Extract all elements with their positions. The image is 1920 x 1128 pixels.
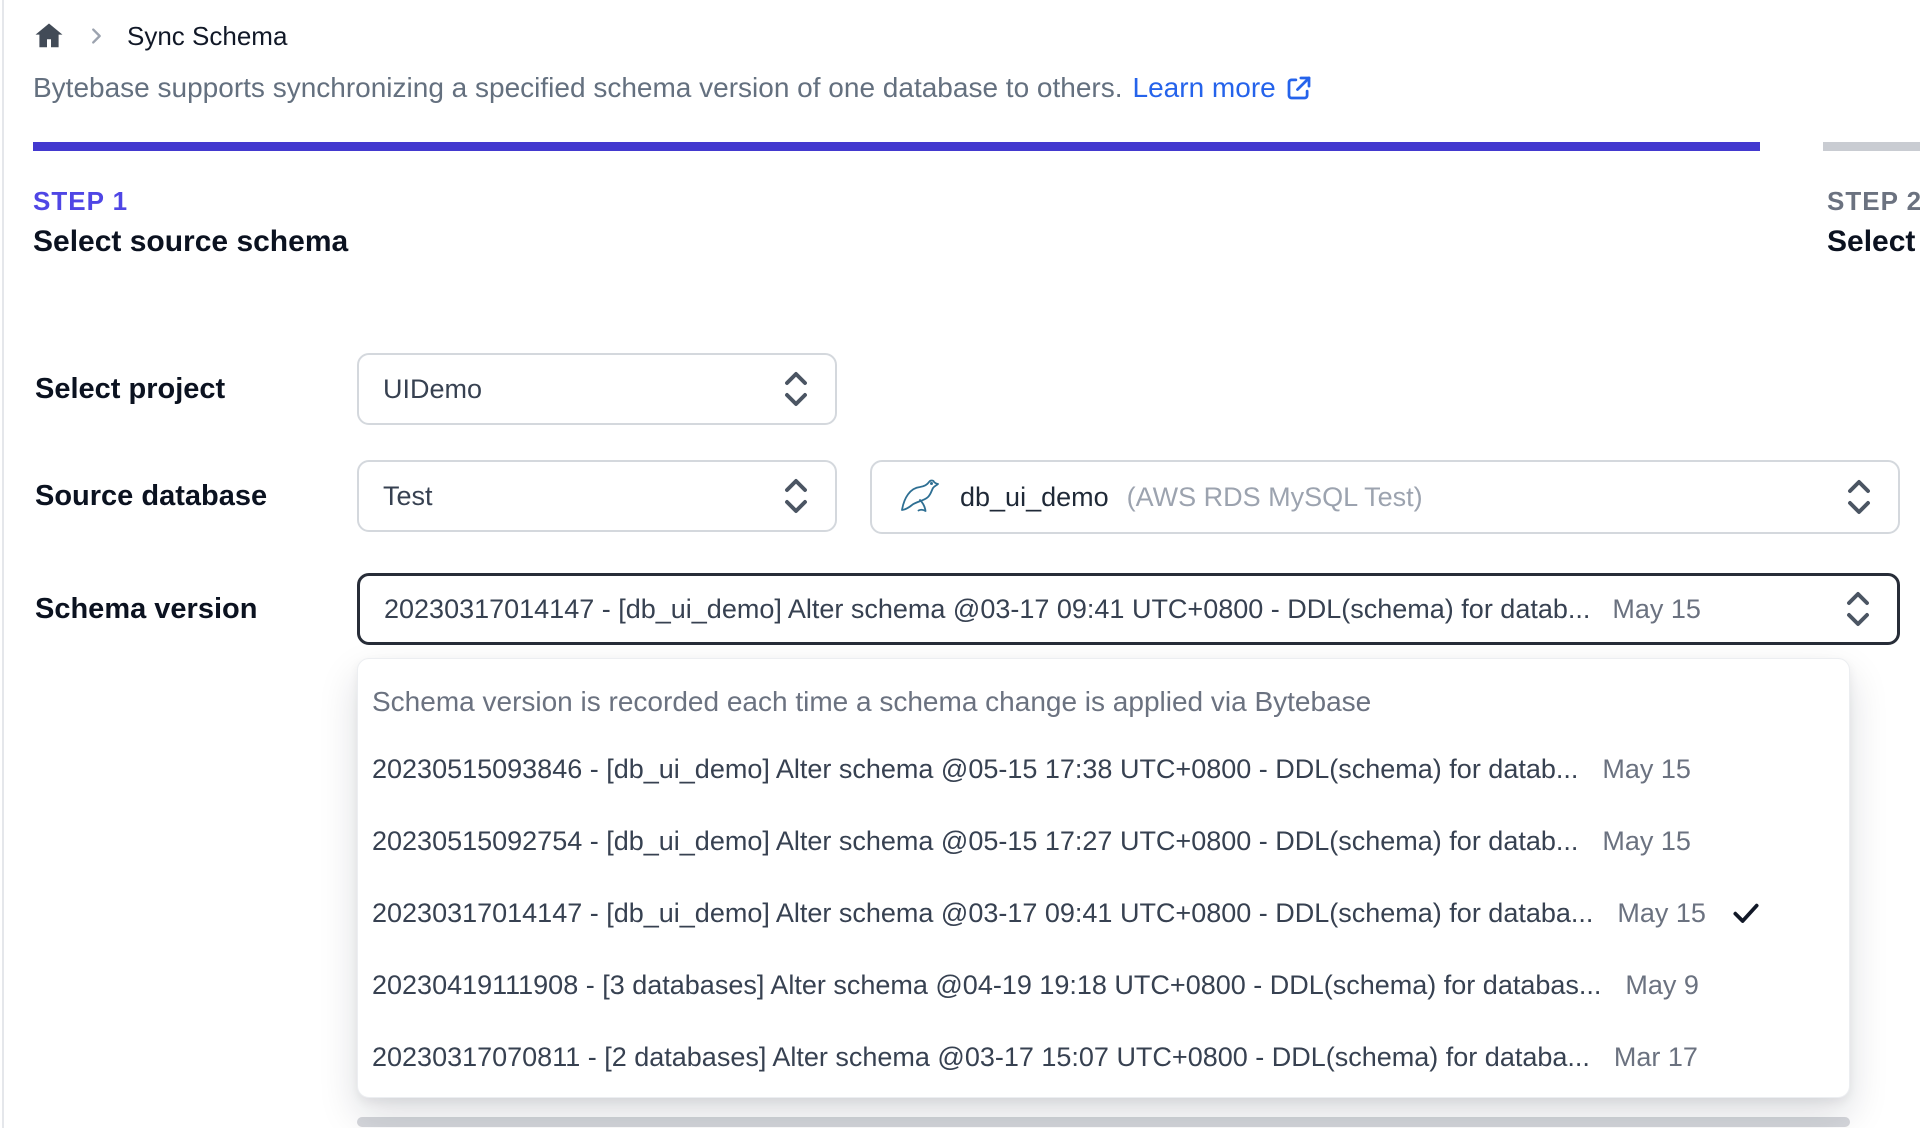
progress-bar-step1: [33, 142, 1760, 151]
chevron-up-down-icon: [1844, 476, 1874, 518]
page-description: Bytebase supports synchronizing a specif…: [33, 72, 1314, 104]
schema-version-select-value: 20230317014147 - [db_ui_demo] Alter sche…: [384, 593, 1591, 624]
option-text: 20230515093846 - [db_ui_demo] Alter sche…: [372, 753, 1579, 784]
option-text: 20230317070811 - [2 databases] Alter sch…: [372, 1041, 1590, 1072]
schema-version-option[interactable]: 20230419111908 - [3 databases] Alter sch…: [358, 949, 1849, 1021]
project-select-value: UIDemo: [383, 373, 483, 404]
option-text: 20230317014147 - [db_ui_demo] Alter sche…: [372, 897, 1594, 928]
schema-version-label: Schema version: [35, 592, 258, 625]
check-icon: [1730, 897, 1762, 929]
database-select[interactable]: db_ui_demo (AWS RDS MySQL Test): [870, 460, 1900, 534]
schema-version-hint: Schema version is recorded each time a s…: [372, 686, 1372, 717]
progress-bar-step2: [1823, 142, 1920, 151]
project-select[interactable]: UIDemo: [357, 353, 837, 425]
page-left-edge: [2, 0, 4, 1128]
step-1: STEP 1 Select source schema: [33, 186, 348, 259]
option-text: 20230419111908 - [3 databases] Alter sch…: [372, 969, 1602, 1000]
schema-version-option[interactable]: 20230317014147 - [db_ui_demo] Alter sche…: [358, 877, 1849, 949]
environment-select-value: Test: [383, 480, 433, 511]
chevron-up-down-icon: [781, 475, 811, 517]
step-1-label: STEP 1: [33, 186, 129, 216]
database-select-instance: (AWS RDS MySQL Test): [1126, 481, 1423, 512]
environment-select[interactable]: Test: [357, 460, 837, 532]
schema-version-option[interactable]: 20230515092754 - [db_ui_demo] Alter sche…: [358, 805, 1849, 877]
select-project-label: Select project: [35, 372, 226, 405]
option-date: May 9: [1625, 969, 1699, 1000]
schema-version-dropdown: Schema version is recorded each time a s…: [357, 658, 1850, 1098]
source-database-label: Source database: [35, 479, 268, 512]
database-select-name: db_ui_demo: [960, 481, 1109, 512]
mysql-icon: [896, 476, 942, 518]
schema-version-listbox: 20230515093846 - [db_ui_demo] Alter sche…: [358, 733, 1849, 1093]
home-icon[interactable]: [33, 20, 65, 52]
option-date: Mar 17: [1613, 1041, 1698, 1072]
horizontal-scrollbar[interactable]: [357, 1117, 1850, 1127]
option-text: 20230515092754 - [db_ui_demo] Alter sche…: [372, 825, 1579, 856]
schema-version-select-date: May 15: [1612, 593, 1701, 624]
step-2-label: STEP 2: [1827, 186, 1920, 216]
schema-version-select[interactable]: 20230317014147 - [db_ui_demo] Alter sche…: [357, 573, 1900, 645]
option-date: May 15: [1602, 753, 1691, 784]
breadcrumb: Sync Schema: [33, 14, 287, 58]
description-text: Bytebase supports synchronizing a specif…: [33, 72, 1123, 103]
learn-more-label: Learn more: [1132, 72, 1276, 103]
option-date: May 15: [1617, 897, 1706, 928]
step-2: STEP 2 Select t: [1827, 186, 1920, 259]
chevron-up-down-icon: [781, 368, 811, 410]
external-link-icon: [1284, 73, 1314, 103]
page-title: Sync Schema: [127, 20, 288, 51]
chevron-right-icon: [85, 25, 107, 47]
option-date: May 15: [1602, 825, 1691, 856]
chevron-up-down-icon: [1843, 588, 1873, 630]
schema-version-option[interactable]: 20230317070811 - [2 databases] Alter sch…: [358, 1021, 1849, 1093]
learn-more-link[interactable]: Learn more: [1133, 72, 1314, 104]
schema-version-option[interactable]: 20230515093846 - [db_ui_demo] Alter sche…: [358, 733, 1849, 805]
step-1-title: Select source schema: [33, 225, 349, 258]
step-2-title: Select t: [1827, 225, 1920, 258]
